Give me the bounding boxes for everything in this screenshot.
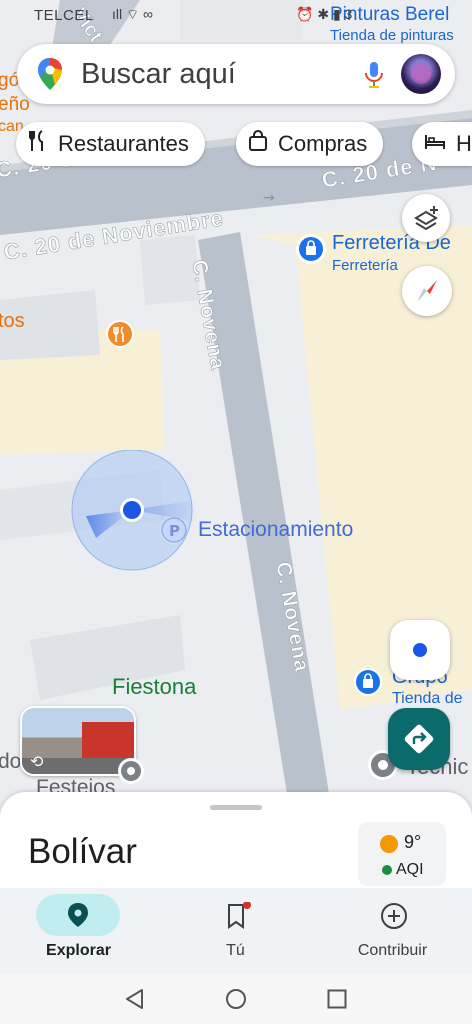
signal-wifi-icon: ıll ⌔ ∞ xyxy=(112,6,154,22)
add-circle-icon xyxy=(380,902,408,935)
chip-label: Restaurantes xyxy=(58,131,189,156)
bottom-navigation: Explorar Tú Contribuir xyxy=(0,888,472,974)
home-icon[interactable] xyxy=(225,988,247,1015)
chip-label: H xyxy=(456,131,472,156)
aqi-status-dot xyxy=(382,865,392,875)
nav-contribuir[interactable]: Contribuir xyxy=(314,888,471,974)
place-partial-label: eño xyxy=(0,94,30,115)
maps-logo-icon xyxy=(37,57,63,96)
location-pin-icon xyxy=(66,902,90,933)
search-input[interactable]: Buscar aquí xyxy=(81,58,236,91)
carrier-name: TELCEL xyxy=(34,7,94,24)
nav-label: Contribuir xyxy=(357,942,428,959)
chip-hoteles[interactable]: H xyxy=(412,122,472,166)
restaurant-icon xyxy=(28,130,48,158)
compass-button[interactable] xyxy=(402,266,452,316)
search-bar[interactable]: Buscar aquí xyxy=(17,44,455,104)
restaurant-pin-icon[interactable] xyxy=(104,318,136,355)
chip-label: Compras xyxy=(278,131,368,156)
rotate-360-icon: ⟲ xyxy=(30,754,44,771)
place-fiestona[interactable]: Fiestona xyxy=(112,674,196,700)
system-navigation-bar xyxy=(0,974,472,1024)
nav-label: Tú xyxy=(226,942,245,959)
weather-widget[interactable]: 9° AQI xyxy=(358,822,446,886)
shopping-pin-icon xyxy=(296,234,326,264)
status-icons: ⏰ ✱ ▮ 3 xyxy=(296,6,353,22)
compass-icon xyxy=(417,280,437,302)
place-subtitle: Tienda de xyxy=(392,690,463,707)
microphone-icon[interactable] xyxy=(361,60,387,95)
location-dot-icon xyxy=(413,643,427,657)
nav-explorar[interactable]: Explorar xyxy=(0,888,157,974)
hotel-icon xyxy=(424,131,446,157)
place-partial-label: tos xyxy=(0,310,25,332)
bookmark-icon xyxy=(223,901,251,935)
aqi-label: AQI xyxy=(396,861,424,878)
current-location-marker xyxy=(66,449,202,579)
place-subtitle: Ferretería xyxy=(332,257,398,274)
place-title: Estacionamiento xyxy=(198,518,354,541)
directions-button[interactable] xyxy=(388,708,450,770)
layers-button[interactable] xyxy=(402,194,450,242)
chip-compras[interactable]: Compras xyxy=(236,122,384,166)
nav-label: Explorar xyxy=(46,942,111,959)
shopping-pin-icon xyxy=(352,666,384,703)
area-name: Bolívar xyxy=(28,832,137,871)
directions-icon xyxy=(404,724,434,754)
nav-tu[interactable]: Tú xyxy=(157,888,314,974)
layers-icon xyxy=(414,206,438,231)
sun-icon xyxy=(380,835,398,853)
temperature: 9° xyxy=(404,832,422,852)
recents-icon[interactable] xyxy=(326,988,348,1015)
status-bar: TELCEL ıll ⌔ ∞ ⏰ ✱ ▮ 3 xyxy=(0,0,472,30)
svg-text:→: → xyxy=(263,190,275,206)
shopping-bag-icon xyxy=(248,130,268,158)
map-canvas[interactable]: → C. 20 de N C. 20 de N C. 20 de Noviemb… xyxy=(0,0,472,800)
place-pin-icon[interactable] xyxy=(116,756,146,791)
explore-sheet[interactable]: Bolívar 9° AQI xyxy=(0,792,472,892)
avatar[interactable] xyxy=(401,54,441,94)
back-icon[interactable] xyxy=(124,988,146,1015)
place-partial-label: do xyxy=(0,750,22,773)
sheet-handle[interactable] xyxy=(210,805,262,810)
my-location-button[interactable] xyxy=(390,620,450,680)
chip-restaurantes[interactable]: Restaurantes xyxy=(16,122,205,166)
